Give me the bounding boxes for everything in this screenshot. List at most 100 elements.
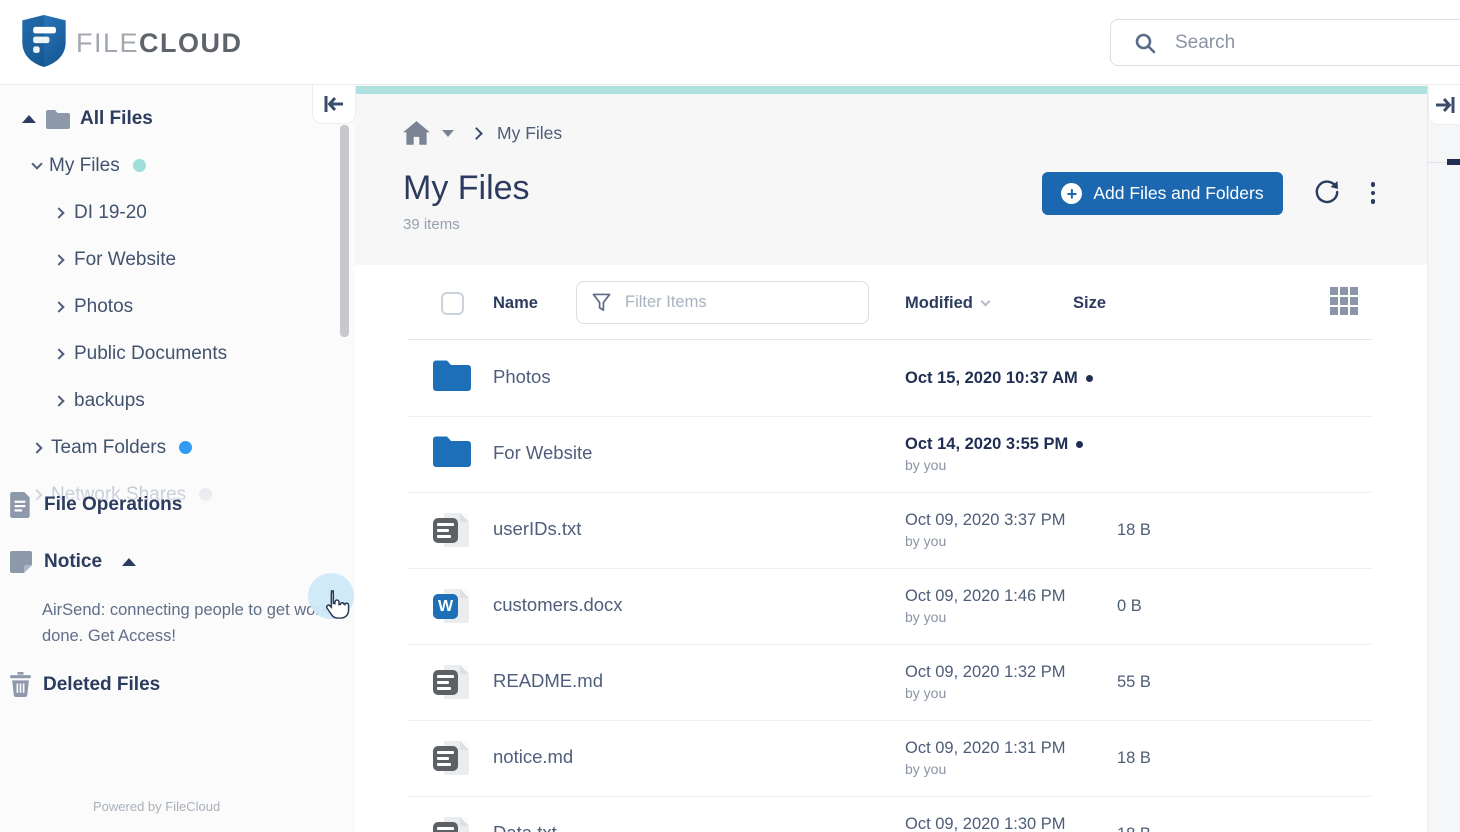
sort-caret-icon — [980, 297, 990, 307]
tree-item-label: My Files — [49, 155, 120, 177]
column-header-name[interactable]: Name — [493, 294, 538, 313]
breadcrumb-current[interactable]: My Files — [497, 123, 562, 144]
chevron-right-icon — [53, 207, 64, 218]
file-type-icon — [433, 359, 471, 397]
note-icon — [10, 551, 32, 573]
tree-item[interactable]: DI 19-20 — [0, 189, 355, 236]
file-size: 18 B — [1117, 720, 1151, 796]
file-type-icon — [433, 663, 471, 701]
expand-right-icon — [1434, 95, 1456, 115]
refresh-button[interactable] — [1311, 177, 1343, 209]
table-row[interactable]: W customers.docx Oct 09, 2020 1:46 PM by… — [355, 568, 1427, 644]
file-type-icon: W — [433, 587, 471, 625]
file-type-icon — [433, 815, 471, 832]
modified-by: by you — [905, 533, 1066, 549]
refresh-icon — [1313, 178, 1341, 206]
table-row[interactable]: Data.txt Oct 09, 2020 1:30 PM by you 18 … — [355, 796, 1427, 832]
tree-item-label: backups — [74, 390, 145, 412]
add-files-button[interactable]: + Add Files and Folders — [1042, 172, 1283, 215]
modified-date: Oct 09, 2020 1:30 PM — [905, 815, 1066, 832]
chevron-right-icon — [53, 395, 64, 406]
tree-item-label: For Website — [74, 249, 176, 271]
tree-item[interactable]: Public Documents — [0, 330, 355, 377]
tree-item-label: Team Folders — [51, 437, 166, 459]
modified-cell: Oct 09, 2020 3:37 PM by you — [905, 492, 1066, 568]
tree-item[interactable]: backups — [0, 377, 355, 424]
file-list: Photos Oct 15, 2020 10:37 AM For Website… — [355, 340, 1427, 832]
tree-item[interactable]: All Files — [0, 95, 355, 142]
tree-item[interactable]: For Website — [0, 236, 355, 283]
home-icon[interactable] — [403, 121, 430, 146]
file-name[interactable]: notice.md — [493, 746, 573, 768]
tree-item[interactable]: My Files — [0, 142, 355, 189]
column-header-modified[interactable]: Modified — [905, 294, 989, 313]
file-name[interactable]: For Website — [493, 442, 592, 464]
file-size: 0 B — [1117, 568, 1142, 644]
global-search[interactable] — [1110, 19, 1460, 66]
chevron-right-icon — [53, 254, 64, 265]
file-name[interactable]: customers.docx — [493, 594, 623, 616]
breadcrumb: My Files — [403, 121, 562, 146]
file-name[interactable]: Data.txt — [493, 822, 557, 832]
chevron-down-icon — [31, 158, 42, 169]
folder-tree: All Files My Files DI 19-20 For Website — [0, 85, 355, 518]
sidebar: All Files My Files DI 19-20 For Website — [0, 85, 355, 832]
filecloud-shield-icon — [22, 15, 66, 67]
modified-date: Oct 15, 2020 10:37 AM — [905, 369, 1093, 388]
status-dot — [133, 159, 146, 172]
modified-by: by you — [905, 609, 1066, 625]
tree-item[interactable]: Photos — [0, 283, 355, 330]
trash-icon — [10, 672, 31, 697]
folder-icon — [46, 109, 70, 129]
file-name[interactable]: README.md — [493, 670, 603, 692]
table-row[interactable]: notice.md Oct 09, 2020 1:31 PM by you 18… — [355, 720, 1427, 796]
tree-item-label: Photos — [74, 296, 133, 318]
search-input[interactable] — [1175, 32, 1425, 54]
tree-item-label: All Files — [80, 108, 153, 130]
modified-cell: Oct 15, 2020 10:37 AM — [905, 340, 1093, 416]
sidebar-scrollbar[interactable] — [340, 125, 349, 337]
table-row[interactable]: userIDs.txt Oct 09, 2020 3:37 PM by you … — [355, 492, 1427, 568]
file-table: Name Modified Size Photos Oct 15, 2020 1… — [355, 265, 1427, 832]
modified-by: by you — [905, 685, 1066, 701]
file-name[interactable]: userIDs.txt — [493, 518, 581, 540]
table-row[interactable]: README.md Oct 09, 2020 1:32 PM by you 55… — [355, 644, 1427, 720]
file-type-icon — [433, 511, 471, 549]
column-header-size[interactable]: Size — [1073, 294, 1106, 313]
home-dropdown-caret-icon[interactable] — [442, 130, 454, 137]
tree-item[interactable]: Team Folders — [0, 424, 355, 471]
search-icon — [1133, 31, 1157, 55]
table-row[interactable]: Photos Oct 15, 2020 10:37 AM — [355, 340, 1427, 416]
chevron-right-icon — [53, 348, 64, 359]
sidebar-item-notice[interactable]: Notice — [0, 538, 355, 585]
filecloud-logo[interactable]: FILECLOUD — [22, 15, 243, 67]
filter-field[interactable] — [576, 281, 869, 324]
select-all-checkbox[interactable] — [441, 292, 464, 315]
file-type-icon — [433, 739, 471, 777]
file-name[interactable]: Photos — [493, 366, 551, 388]
right-strip-divider — [1427, 162, 1447, 163]
sidebar-item-file-operations[interactable]: File Operations — [0, 481, 355, 528]
file-size: 18 B — [1117, 796, 1151, 832]
column-header-modified-label: Modified — [905, 294, 973, 313]
top-header: FILECLOUD — [0, 0, 1460, 85]
document-icon — [10, 492, 32, 518]
powered-by-footer: Powered by FileCloud — [93, 799, 220, 814]
accent-strip — [355, 86, 1427, 94]
notice-message-link[interactable]: AirSend: connecting people to get work d… — [42, 597, 338, 649]
table-header: Name Modified Size — [355, 265, 1427, 340]
file-type-icon — [433, 435, 471, 473]
sidebar-collapse-button[interactable] — [312, 85, 356, 124]
filter-input[interactable] — [625, 293, 825, 312]
modified-date: Oct 09, 2020 1:46 PM — [905, 587, 1066, 606]
table-row[interactable]: For Website Oct 14, 2020 3:55 PM by you — [355, 416, 1427, 492]
modified-by: by you — [905, 761, 1066, 777]
sidebar-item-deleted-files[interactable]: Deleted Files — [0, 661, 355, 708]
right-panel-expand-button[interactable] — [1428, 85, 1460, 125]
more-options-button[interactable] — [1363, 177, 1383, 209]
grid-view-icon[interactable] — [1330, 287, 1360, 317]
right-panel-strip — [1427, 85, 1460, 832]
right-strip-handle[interactable] — [1447, 159, 1460, 165]
tree-item-label: Public Documents — [74, 343, 227, 365]
sidebar-item-label: Deleted Files — [43, 674, 160, 696]
